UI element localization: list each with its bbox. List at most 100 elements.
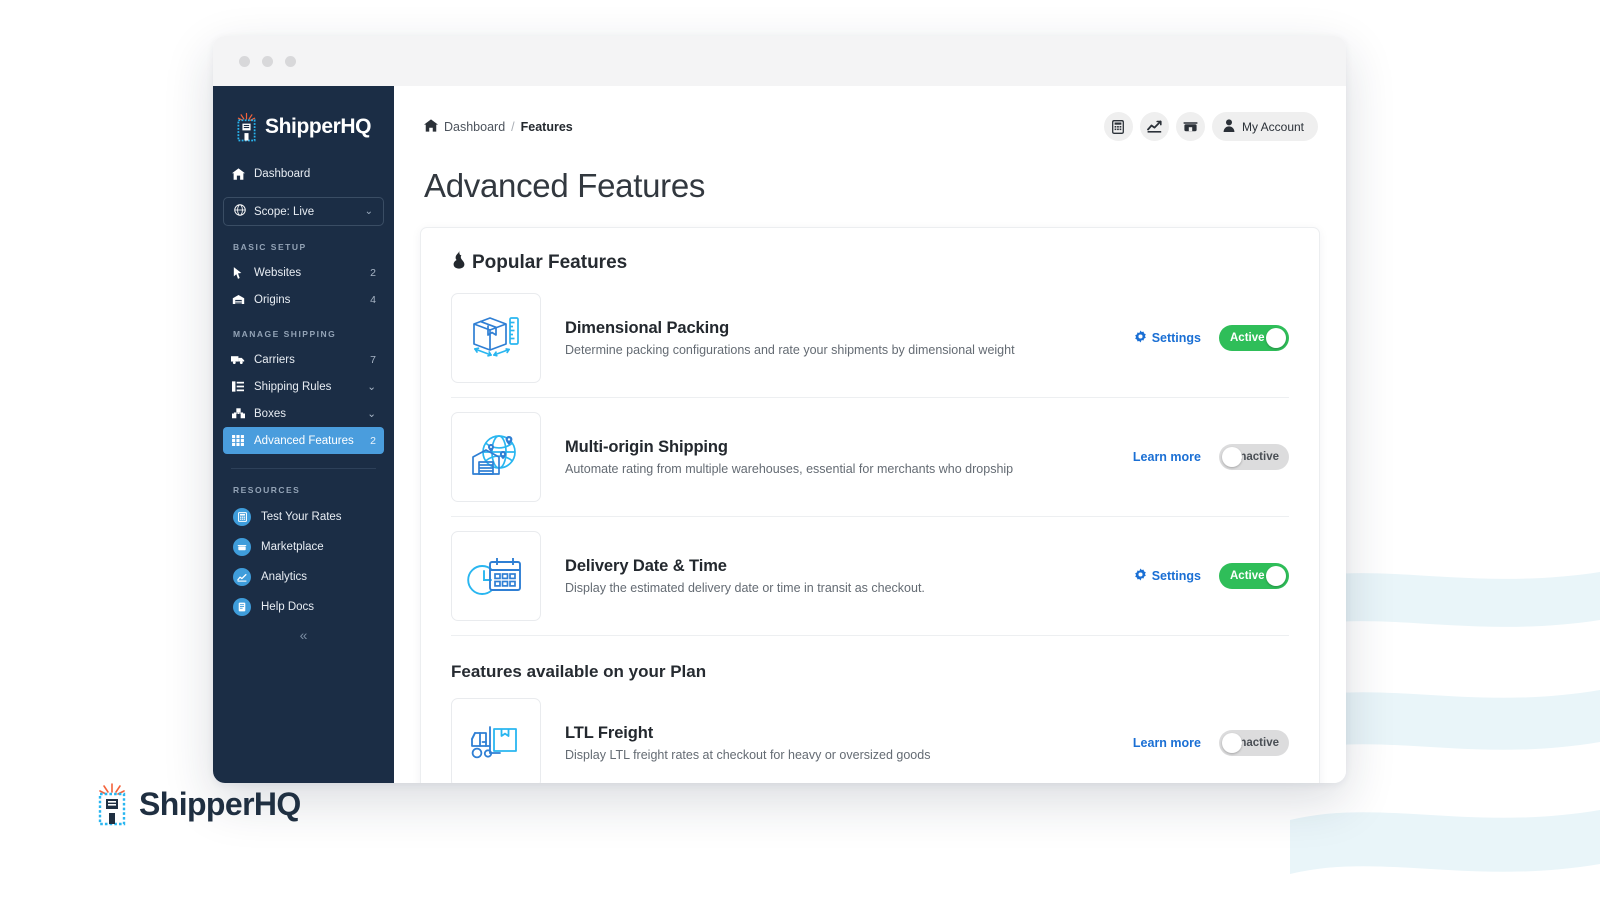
section-heading-plan: Features available on your Plan: [451, 662, 707, 681]
scope-selector[interactable]: Scope: Live ⌄: [223, 197, 384, 226]
sidebar-logo[interactable]: ShipperHQ: [213, 86, 394, 142]
browser-titlebar: [213, 36, 1346, 86]
toggle-knob: [1266, 566, 1286, 586]
feature-row: LTL Freight Display LTL freight rates at…: [451, 684, 1289, 783]
sidebar-item-dashboard[interactable]: Dashboard: [223, 160, 384, 187]
feature-title: Multi-origin Shipping: [565, 438, 728, 456]
chart-icon: [233, 568, 251, 586]
window-maximize-dot[interactable]: [285, 55, 296, 67]
warehouse-icon: [231, 294, 245, 305]
dimensional-packing-icon: [451, 293, 541, 383]
shipperhq-mark-icon: [98, 783, 126, 826]
calendar-clock-icon: [451, 531, 541, 621]
feature-row: Dimensional Packing Determine packing co…: [451, 279, 1289, 398]
learn-more-link[interactable]: Learn more: [1133, 736, 1201, 750]
sidebar-item-label: Origins: [254, 293, 291, 306]
feature-actions: Learn more Inactive: [1133, 730, 1289, 756]
breadcrumb-root[interactable]: Dashboard: [444, 120, 505, 134]
list-icon: [231, 381, 245, 392]
sidebar-collapse-button[interactable]: «: [213, 627, 394, 643]
sidebar-item-test-your-rates[interactable]: Test Your Rates: [213, 502, 394, 532]
learn-more-link[interactable]: Learn more: [1133, 450, 1201, 464]
home-icon[interactable]: [424, 118, 438, 135]
feature-toggle[interactable]: Inactive: [1219, 730, 1289, 756]
sidebar-section-heading: BASIC SETUP: [233, 242, 307, 252]
calculator-icon[interactable]: [1103, 112, 1133, 141]
sidebar-item-advanced-features[interactable]: Advanced Features 2: [223, 427, 384, 454]
toggle-knob: [1222, 733, 1242, 753]
truck-icon: [231, 354, 245, 365]
sidebar-item-marketplace[interactable]: Marketplace: [213, 532, 394, 562]
doc-icon: [233, 598, 251, 616]
page-title: Advanced Features: [424, 167, 706, 204]
sidebar-item-help-docs[interactable]: Help Docs: [213, 592, 394, 622]
top-bar-actions: My Account: [1103, 112, 1318, 141]
feature-description: Automate rating from multiple warehouses…: [565, 462, 1014, 476]
breadcrumb-current: Features: [520, 119, 573, 134]
my-account-label: My Account: [1241, 119, 1304, 134]
screenshot-root: ShipperHQ ShipperHQ Dashboard Scope: Liv…: [0, 0, 1600, 900]
sidebar-item-count: 2: [370, 266, 376, 279]
window-minimize-dot[interactable]: [262, 55, 273, 67]
feature-title: Delivery Date & Time: [565, 557, 727, 575]
marketplace-store-icon[interactable]: [1175, 112, 1205, 141]
window-close-dot[interactable]: [239, 55, 250, 67]
sidebar: ShipperHQ Dashboard Scope: Live ⌄ BASIC …: [213, 86, 394, 783]
sidebar-item-count: 2: [370, 434, 376, 447]
brand-logo: ShipperHQ: [95, 782, 301, 826]
feature-text: Delivery Date & Time Display the estimat…: [565, 557, 1110, 595]
sidebar-item-shipping-rules[interactable]: Shipping Rules ⌄: [223, 373, 384, 400]
feature-description: Determine packing configurations and rat…: [565, 343, 1015, 357]
calculator-icon: [233, 508, 251, 526]
feature-actions: Settings Active: [1134, 325, 1289, 351]
globe-icon: [234, 204, 246, 219]
sidebar-section-heading: MANAGE SHIPPING: [233, 329, 337, 339]
multi-origin-globe-icon: [451, 412, 541, 502]
sidebar-logo-text: ShipperHQ: [265, 115, 372, 138]
section-title-text: Popular Features: [472, 251, 628, 273]
section-heading-popular: Popular Features: [451, 228, 1289, 279]
my-account-button[interactable]: My Account: [1211, 112, 1318, 141]
features-card: Popular Features Dimensional Packing Det…: [420, 227, 1320, 783]
shipperhq-mark-icon: [237, 112, 256, 142]
feature-actions: Settings Active: [1134, 563, 1289, 589]
sidebar-item-boxes[interactable]: Boxes ⌄: [223, 400, 384, 427]
analytics-chart-icon[interactable]: [1139, 112, 1169, 141]
forklift-icon: [451, 698, 541, 783]
feature-row: Delivery Date & Time Display the estimat…: [451, 517, 1289, 636]
brand-wordmark: ShipperHQ: [139, 785, 301, 822]
sidebar-item-label: Shipping Rules: [254, 380, 332, 393]
feature-text: Multi-origin Shipping Automate rating fr…: [565, 438, 1109, 476]
toggle-label: Active: [1230, 570, 1265, 582]
fire-icon: [451, 250, 467, 275]
grid-icon: [231, 435, 245, 446]
breadcrumb: Dashboard / Features: [424, 118, 573, 135]
settings-label: Settings: [1151, 569, 1201, 583]
feature-actions: Learn more Inactive: [1133, 444, 1289, 470]
sidebar-item-label: Analytics: [261, 571, 308, 583]
feature-title: Dimensional Packing: [565, 319, 730, 337]
cursor-icon: [231, 266, 245, 279]
sidebar-item-origins[interactable]: Origins 4: [223, 286, 384, 313]
toggle-label: Inactive: [1236, 451, 1279, 463]
toggle-label: Inactive: [1236, 737, 1279, 749]
sidebar-item-websites[interactable]: Websites 2: [223, 259, 384, 286]
sidebar-item-carriers[interactable]: Carriers 7: [223, 346, 384, 373]
feature-toggle[interactable]: Active: [1219, 563, 1289, 589]
feature-text: Dimensional Packing Determine packing co…: [565, 319, 1110, 357]
top-bar: Dashboard / Features My Account: [394, 86, 1346, 141]
settings-link[interactable]: Settings: [1134, 568, 1201, 584]
feature-toggle[interactable]: Active: [1219, 325, 1289, 351]
settings-link[interactable]: Settings: [1134, 330, 1201, 346]
chevron-down-icon: ⌄: [367, 407, 376, 420]
toggle-knob: [1222, 447, 1242, 467]
user-icon: [1223, 118, 1235, 135]
boxes-icon: [231, 408, 245, 419]
sidebar-item-label: Test Your Rates: [261, 511, 342, 523]
sidebar-item-analytics[interactable]: Analytics: [213, 562, 394, 592]
breadcrumb-separator: /: [511, 119, 515, 134]
sidebar-item-label: Marketplace: [261, 541, 324, 553]
sidebar-item-label: Advanced Features: [254, 434, 354, 447]
feature-toggle[interactable]: Inactive: [1219, 444, 1289, 470]
home-icon: [231, 167, 245, 180]
